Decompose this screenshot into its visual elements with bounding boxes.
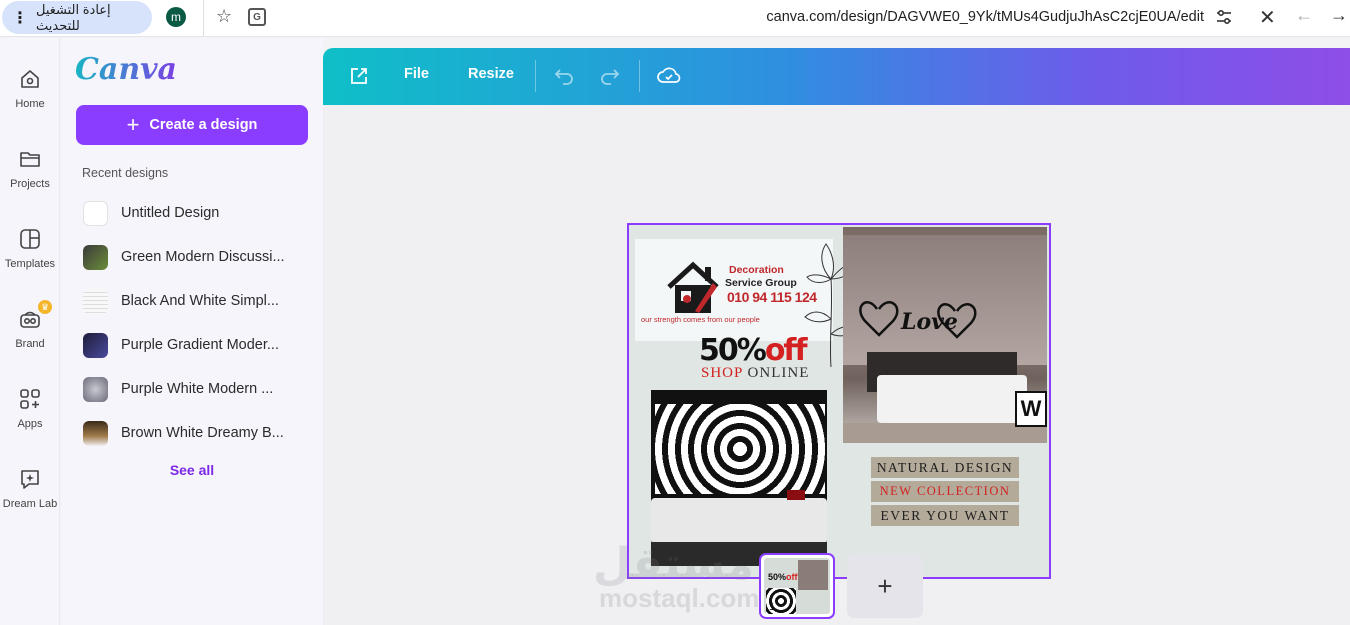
rail-label: Brand xyxy=(15,338,45,350)
site-settings-icon[interactable] xyxy=(1215,9,1233,25)
recent-design-item[interactable]: Untitled Design xyxy=(83,200,313,226)
recent-design-item[interactable]: Green Modern Discussi... xyxy=(83,244,313,270)
watermark-latin: mostaql.com xyxy=(599,583,760,613)
folder-icon xyxy=(20,152,40,167)
shop-online-text: SHOP ONLINE xyxy=(701,365,809,382)
spiral-wall-art xyxy=(655,404,825,494)
forward-arrow-icon[interactable]: → xyxy=(1330,5,1348,26)
recent-design-item[interactable]: Purple White Modern ... xyxy=(83,376,313,402)
menu-dots-icon[interactable]: ⋮ xyxy=(12,8,28,28)
design-thumbnail xyxy=(83,200,108,226)
rail-item-dream-lab[interactable]: Dream Lab xyxy=(0,466,60,510)
canvas-area: Decoration Service Group 010 94 115 124 … xyxy=(323,105,1350,625)
recent-design-item[interactable]: Purple Gradient Moder... xyxy=(83,332,313,358)
plus-icon: + xyxy=(126,112,140,137)
design-thumbnail xyxy=(83,420,108,446)
create-design-button[interactable]: + Create a design xyxy=(76,105,308,145)
editor-toolbar: File Resize xyxy=(323,48,1350,105)
dream-lab-icon xyxy=(21,470,39,489)
translate-icon[interactable]: G xyxy=(248,8,266,26)
discount-off-word: off xyxy=(764,333,808,368)
discount-text: 50%off xyxy=(699,333,808,368)
bedroom-photo[interactable]: Love W xyxy=(843,227,1047,443)
design-thumbnail xyxy=(83,376,108,402)
recent-design-label: Green Modern Discussi... xyxy=(121,249,285,265)
recent-designs-title: Recent designs xyxy=(82,166,169,180)
page-number: 1 xyxy=(769,601,776,613)
rail-label: Home xyxy=(15,98,45,110)
bookmark-star-icon[interactable]: ☆ xyxy=(216,6,232,27)
resize-button[interactable]: Resize xyxy=(468,66,514,82)
discount-percent: 50% xyxy=(699,333,767,368)
house-logo-icon xyxy=(667,261,719,313)
crown-icon: ♛ xyxy=(38,300,52,314)
page-thumbnail[interactable]: 50%off 1 xyxy=(759,553,835,619)
close-icon[interactable]: ✕ xyxy=(1259,5,1276,30)
online-word: ONLINE xyxy=(742,365,810,381)
add-page-button[interactable]: + xyxy=(847,554,923,618)
w-badge: W xyxy=(1015,391,1047,427)
new-collection-label[interactable]: NEW COLLECTION xyxy=(871,481,1019,502)
love-hearts-decal: Love xyxy=(859,301,977,339)
back-arrow-icon[interactable]: ← xyxy=(1295,5,1313,26)
love-script-text: Love xyxy=(900,309,958,335)
see-all-link[interactable]: See all xyxy=(61,462,323,478)
recent-design-label: Brown White Dreamy B... xyxy=(121,425,284,441)
recent-design-label: Purple White Modern ... xyxy=(121,381,274,397)
recent-design-label: Purple Gradient Moder... xyxy=(121,337,279,353)
recent-design-label: Untitled Design xyxy=(121,205,220,221)
design-thumbnail xyxy=(83,244,108,270)
open-external-icon[interactable] xyxy=(349,66,369,86)
design-thumbnail xyxy=(83,332,108,358)
rail-item-brand[interactable]: ♛ Brand xyxy=(0,300,60,350)
sofa xyxy=(651,498,827,544)
toolbar-divider xyxy=(639,60,640,92)
editor-main: File Resize Decoration Service Group 010… xyxy=(323,48,1350,625)
bed xyxy=(877,375,1027,423)
design-thumbnail xyxy=(83,288,108,314)
recent-design-label: Black And White Simpl... xyxy=(121,293,279,309)
recent-design-item[interactable]: Black And White Simpl... xyxy=(83,288,313,314)
rail-item-projects[interactable]: Projects xyxy=(0,146,60,190)
natural-design-label[interactable]: NATURAL DESIGN xyxy=(871,457,1019,478)
rail-item-templates[interactable]: Templates xyxy=(0,226,60,270)
rail-label: Dream Lab xyxy=(2,498,58,510)
canva-logo[interactable]: Canva xyxy=(75,52,177,87)
red-pillow xyxy=(787,490,805,500)
decoration-text: Decoration xyxy=(729,264,784,276)
rail-item-apps[interactable]: Apps xyxy=(0,386,60,430)
service-group-text: Service Group xyxy=(725,277,797,289)
home-icon xyxy=(21,70,39,88)
toolbar-divider xyxy=(535,60,536,92)
ever-you-want-label[interactable]: EVER YOU WANT xyxy=(871,505,1019,526)
create-design-label: Create a design xyxy=(149,117,258,133)
file-menu-button[interactable]: File xyxy=(404,66,429,82)
browser-bar: ⋮ إعادة التشغيل للتحديث m ☆ G canva.com/… xyxy=(0,0,1350,37)
redo-icon[interactable] xyxy=(600,67,620,85)
slogan-text: our strength comes from our people xyxy=(641,315,760,324)
rail-label: Projects xyxy=(10,178,50,190)
rail-label: Templates xyxy=(4,258,56,270)
undo-icon[interactable] xyxy=(554,67,574,85)
design-page[interactable]: Decoration Service Group 010 94 115 124 … xyxy=(627,223,1051,579)
divider xyxy=(203,0,204,37)
recent-design-item[interactable]: Brown White Dreamy B... xyxy=(83,420,313,446)
restart-to-update-button[interactable]: ⋮ إعادة التشغيل للتحديث xyxy=(2,1,152,34)
thumb-discount-text: 50%off xyxy=(768,572,798,582)
address-bar-url[interactable]: canva.com/design/DAGVWE0_9Yk/tMUs4GudjuJ… xyxy=(620,9,1204,25)
thumb-bed-photo xyxy=(798,560,828,590)
apps-icon xyxy=(20,389,40,409)
side-panel: Canva + Create a design Recent designs U… xyxy=(61,38,323,625)
cloud-saved-icon[interactable] xyxy=(657,66,681,86)
restart-label: إعادة التشغيل للتحديث xyxy=(36,1,111,33)
left-rail: Home Projects Templates ♛ Brand Apps Dre… xyxy=(0,38,60,625)
templates-icon xyxy=(20,229,40,249)
shop-word: SHOP xyxy=(701,365,743,381)
profile-avatar[interactable]: m xyxy=(166,7,186,27)
rail-label: Apps xyxy=(17,418,43,430)
rail-item-home[interactable]: Home xyxy=(0,66,60,110)
